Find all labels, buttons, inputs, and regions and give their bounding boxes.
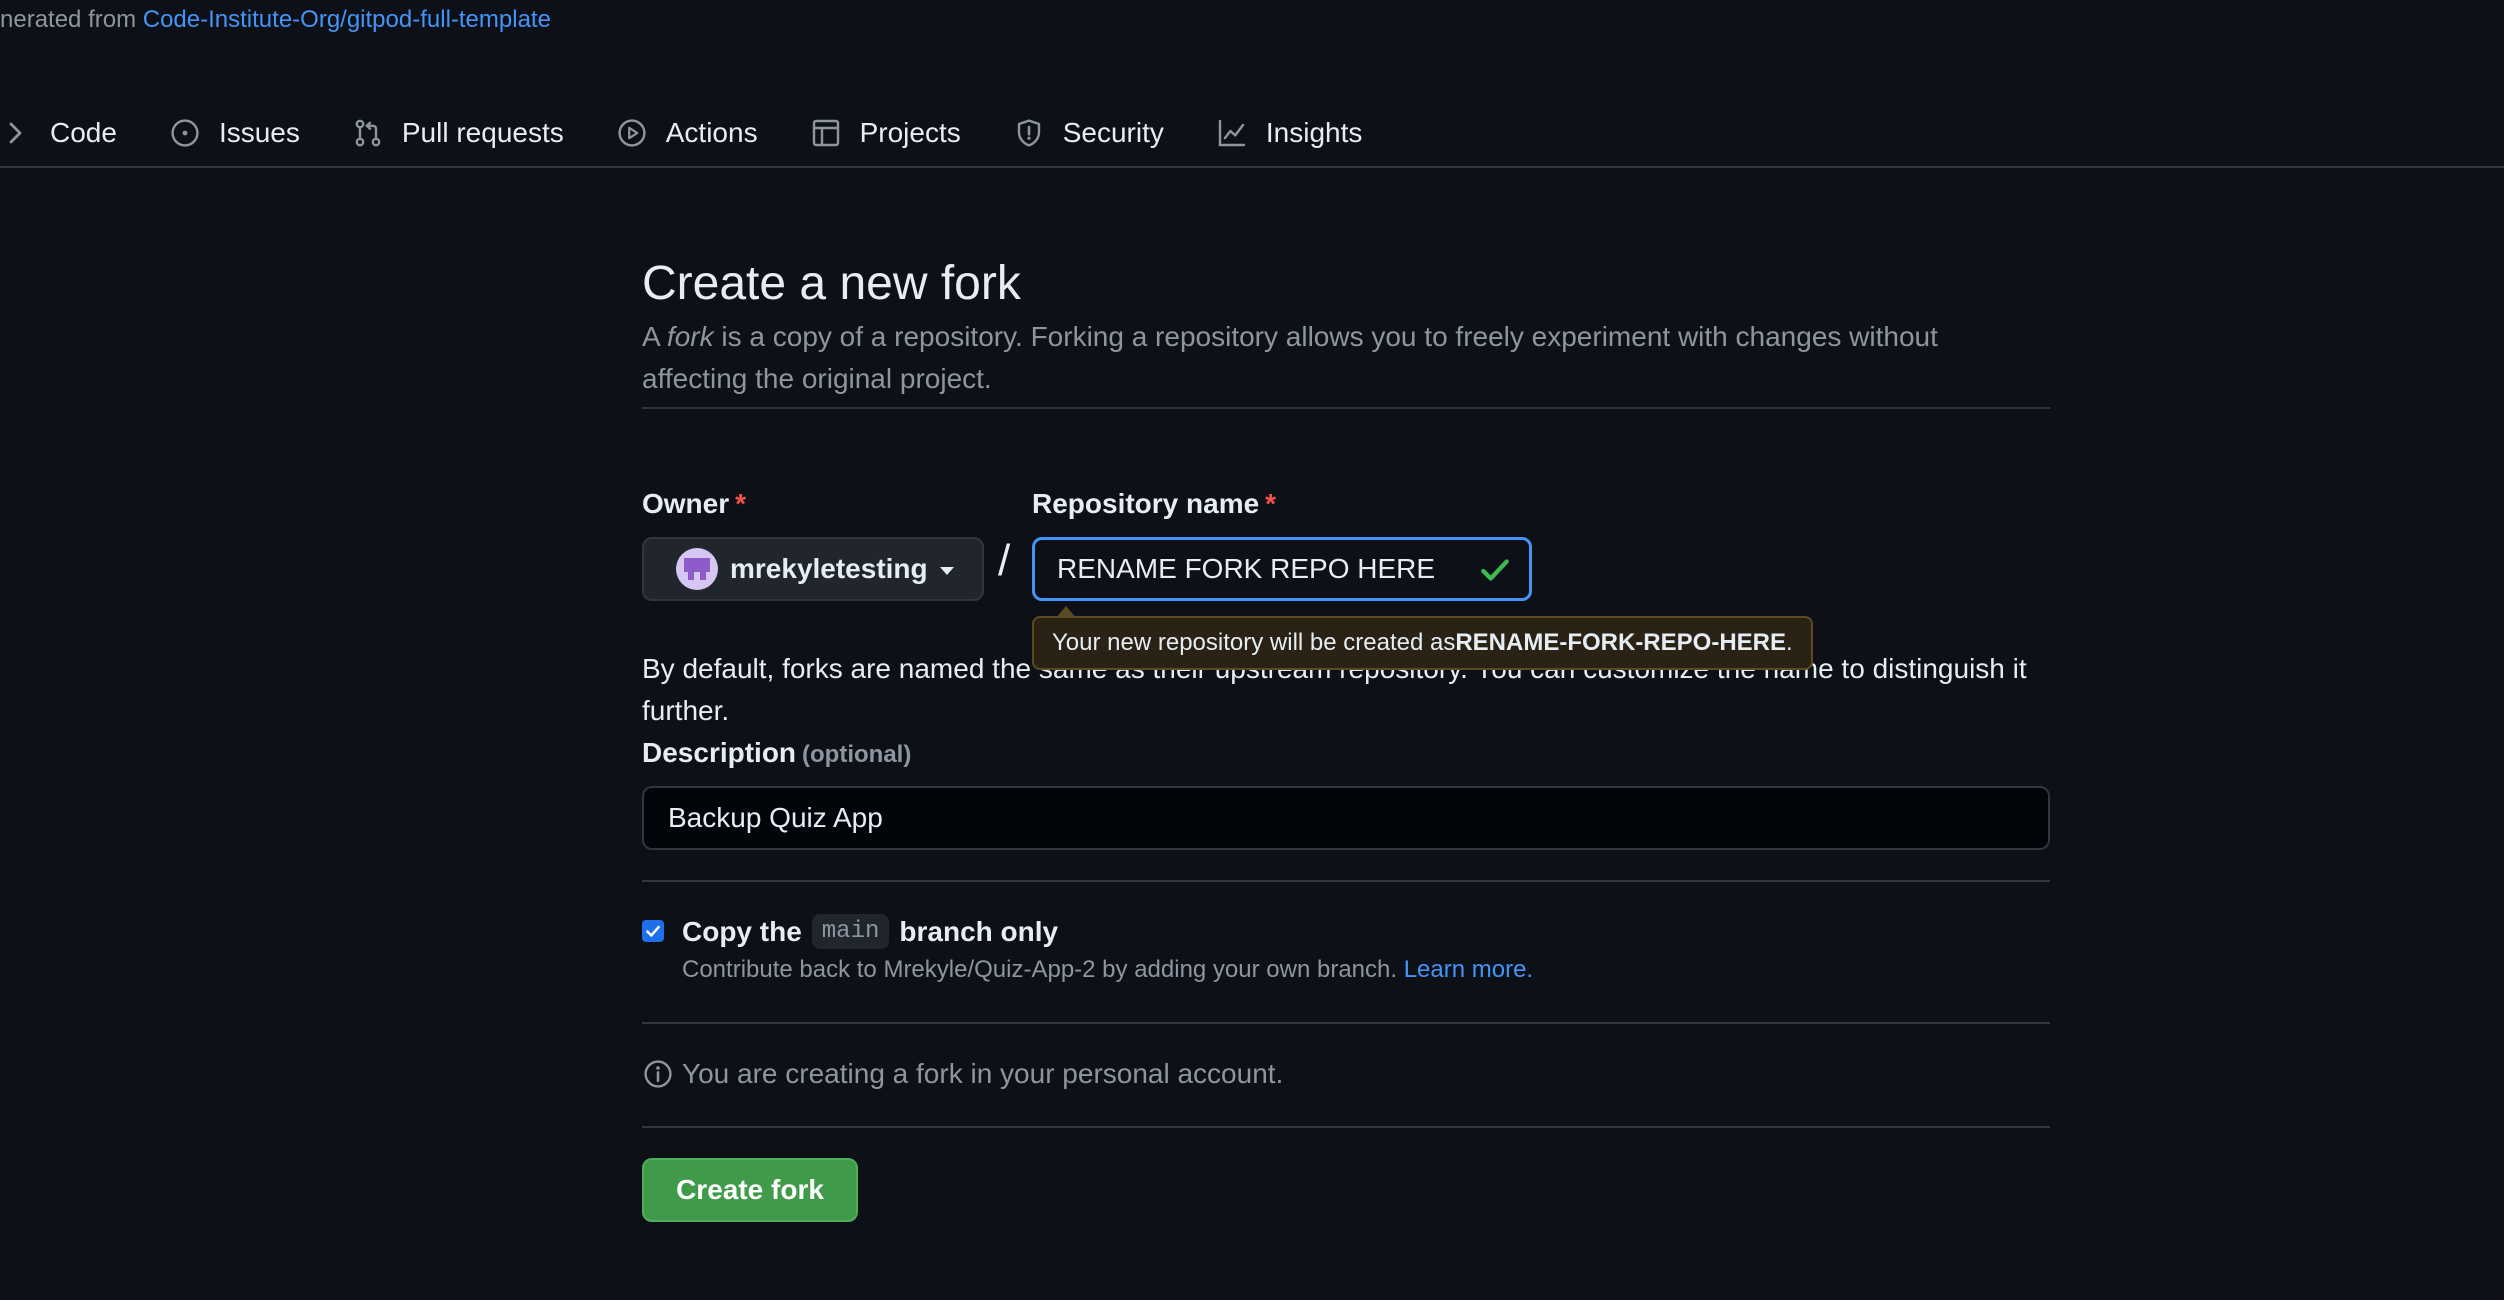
owner-label: Owner * [642, 488, 747, 519]
caret-down-icon [939, 567, 954, 575]
copy-main-branch-checkbox[interactable] [642, 920, 664, 942]
template-repo-link[interactable]: Code-Institute-Org/gitpod-full-template [143, 6, 551, 33]
section-divider-2 [642, 1022, 2050, 1024]
info-icon [644, 1060, 672, 1088]
nav-label-code: Code [50, 117, 117, 148]
shield-icon [1013, 117, 1045, 149]
nav-tab-insights[interactable]: Insights [1216, 111, 1363, 155]
owner-repo-separator: / [998, 536, 1011, 585]
create-fork-button[interactable]: Create fork [642, 1158, 858, 1222]
branch-name-code: main [811, 914, 890, 949]
nav-label-insights: Insights [1265, 117, 1363, 148]
nav-tab-actions[interactable]: Actions [616, 111, 758, 155]
tooltip-repo-name: RENAME-FORK-REPO-HERE [1455, 629, 1786, 656]
repo-name-tooltip: Your new repository will be created as R… [1032, 606, 1813, 670]
checkmark-icon [646, 925, 660, 937]
page-title: Create a new fork [642, 257, 1021, 311]
repo-nav: Code Issues Pull requests Actions Projec… [0, 98, 2504, 168]
avatar [676, 548, 718, 590]
page-description: A fork is a copy of a repository. Forkin… [642, 321, 1938, 394]
nav-label-projects: Projects [859, 117, 961, 148]
nav-label-pull-requests: Pull requests [401, 117, 564, 148]
graph-icon [1216, 117, 1248, 149]
nav-tab-projects[interactable]: Projects [810, 111, 961, 155]
learn-more-link[interactable]: Learn more. [1404, 956, 1533, 983]
personal-account-notice: You are creating a fork in your personal… [642, 1058, 1283, 1090]
description-input[interactable] [642, 786, 2050, 850]
generated-from-label: nerated from [0, 6, 137, 33]
nav-label-security: Security [1062, 117, 1164, 148]
chevron-right-icon [0, 117, 32, 149]
info-text: You are creating a fork in your personal… [682, 1058, 1284, 1089]
description-label: Description (optional) [642, 737, 912, 768]
git-pull-request-icon [352, 117, 384, 149]
owner-name: mrekyletesting [730, 553, 928, 584]
repository-name-input[interactable] [1032, 537, 1532, 601]
copy-branch-help: Contribute back to Mrekyle/Quiz-App-2 by… [682, 956, 1534, 983]
section-divider-3 [642, 1126, 2050, 1128]
fork-term: fork [666, 321, 714, 352]
nav-divider [0, 166, 2504, 168]
nav-tab-issues[interactable]: Issues [169, 111, 300, 155]
section-divider-1 [642, 880, 2050, 882]
nav-tab-pull-requests[interactable]: Pull requests [352, 111, 564, 155]
issue-opened-icon [169, 117, 201, 149]
nav-label-issues: Issues [218, 117, 300, 148]
nav-tab-security[interactable]: Security [1013, 111, 1164, 155]
play-icon [616, 117, 648, 149]
nav-label-actions: Actions [665, 117, 758, 148]
copy-branch-label: Copy the main branch only [682, 914, 1058, 949]
table-icon [810, 117, 842, 149]
nav-tab-code[interactable]: Code [0, 111, 117, 155]
repository-name-label: Repository name * [1032, 488, 1277, 519]
generated-from-line: nerated from Code-Institute-Org/gitpod-f… [0, 6, 551, 34]
check-icon [1481, 559, 1509, 581]
owner-select-button[interactable]: mrekyletesting [642, 537, 984, 601]
header-divider [642, 407, 2050, 409]
